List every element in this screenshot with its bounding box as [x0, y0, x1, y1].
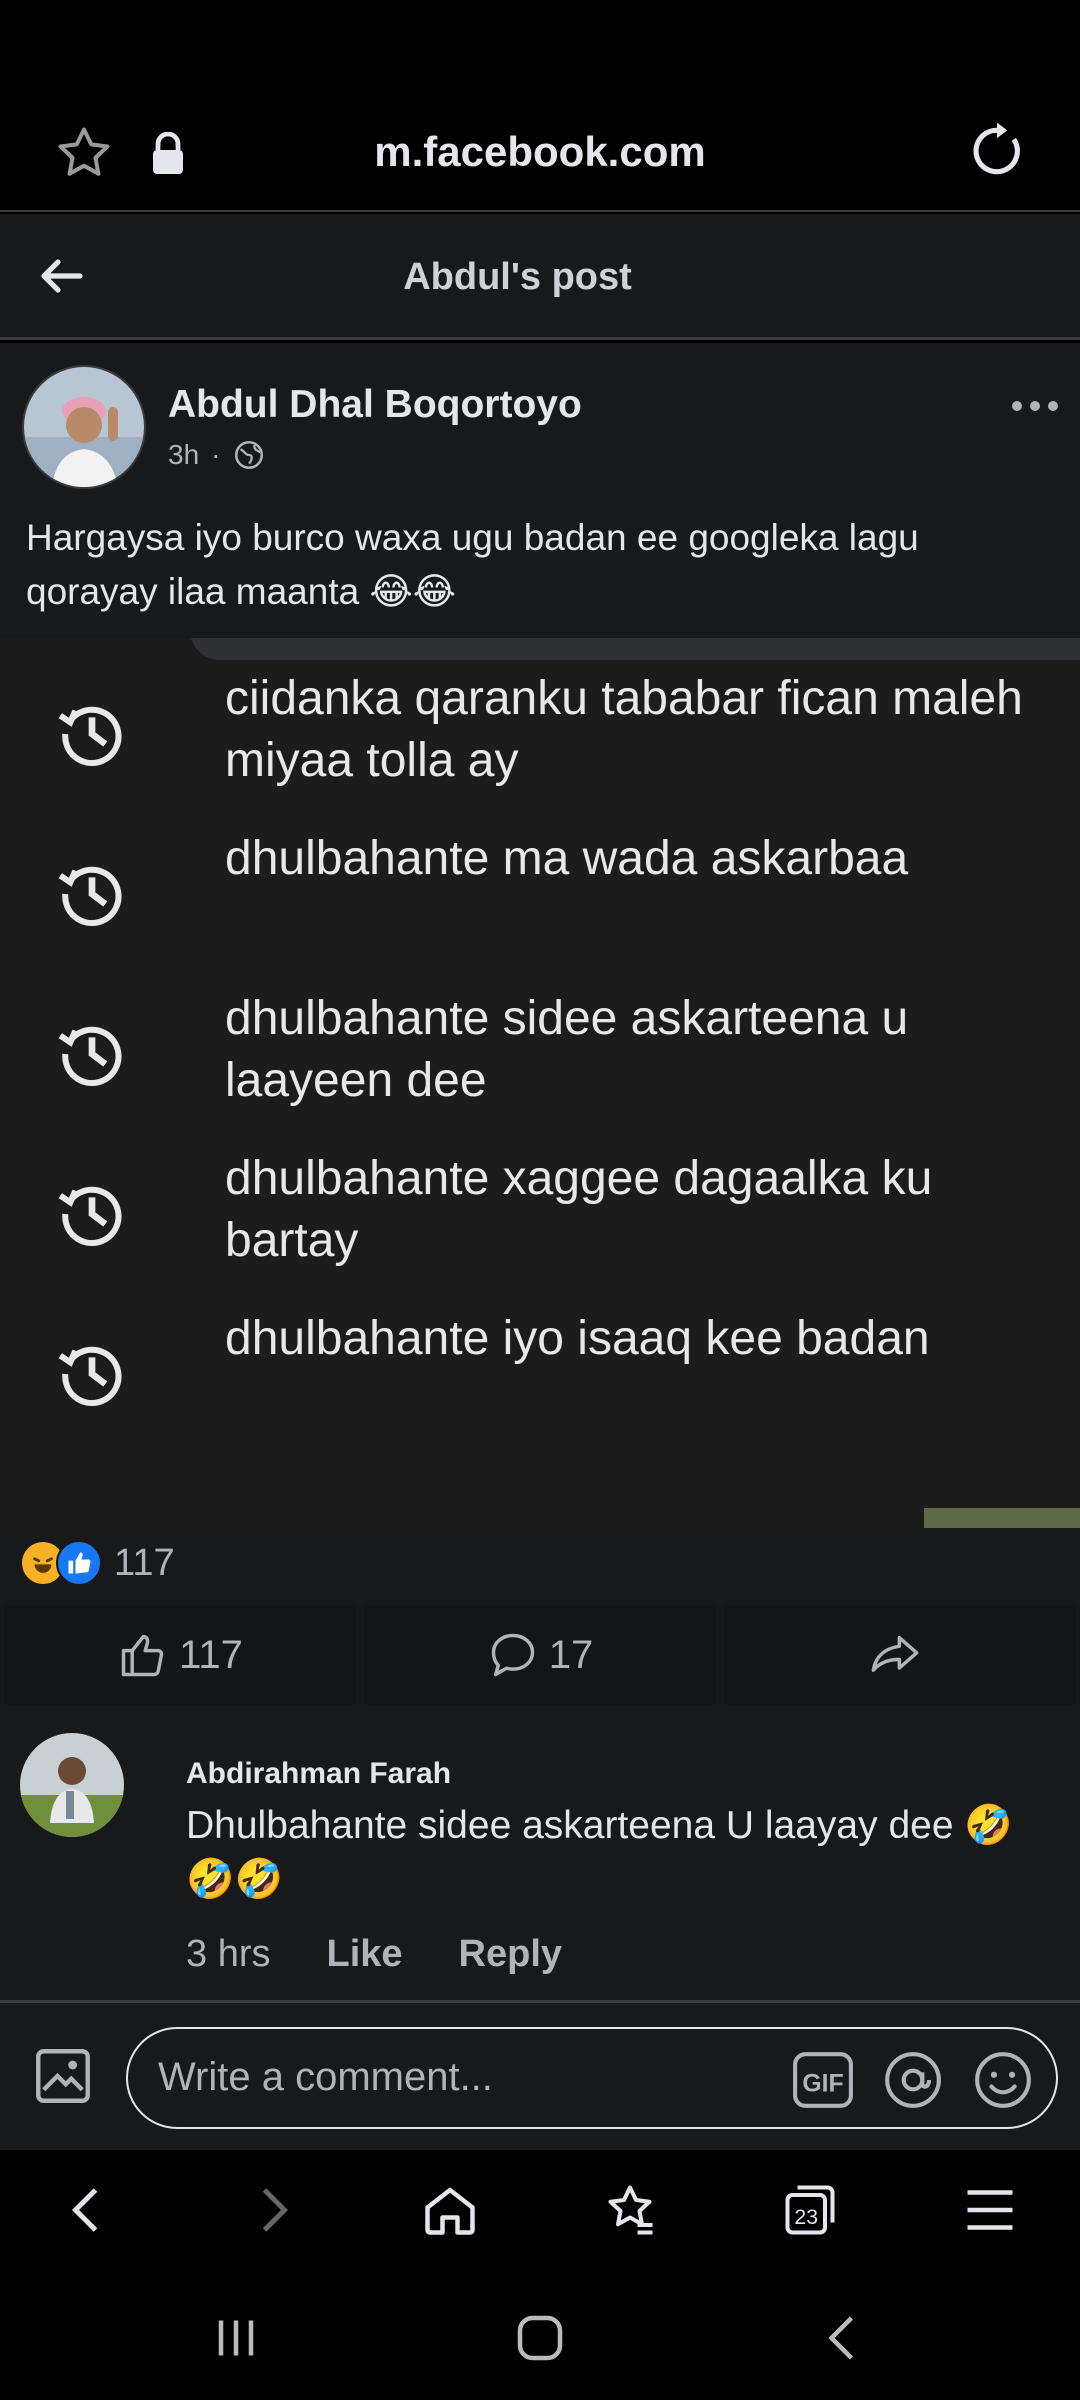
author-avatar[interactable]	[22, 365, 146, 489]
search-suggestion: dhulbahante iyo isaaq kee badan	[0, 1298, 1080, 1458]
post-meta: 3h ·	[168, 438, 266, 472]
search-suggestion: dhulbahante xaggee dagaalka ku bartay	[0, 1138, 1080, 1298]
comment-reply-link[interactable]: Reply	[459, 1933, 562, 1976]
comment-item: Abdirahman Farah Dhulbahante sidee askar…	[0, 1733, 1080, 1993]
svg-text:GIF: GIF	[802, 2070, 843, 2097]
history-icon	[58, 1026, 122, 1086]
browser-toolbar: 23	[0, 2150, 1080, 2270]
post-text: Hargaysa iyo burco waxa ugu badan ee goo…	[26, 517, 919, 612]
history-icon	[58, 1186, 122, 1246]
like-count: 117	[179, 1632, 243, 1677]
tab-count: 23	[794, 2205, 818, 2229]
browser-back-icon[interactable]	[58, 2180, 118, 2240]
browser-forward-icon[interactable]	[242, 2180, 302, 2240]
recent-apps-icon[interactable]	[206, 2308, 266, 2368]
commenter-name[interactable]: Abdirahman Farah	[186, 1757, 451, 1791]
image-search-bar	[190, 638, 1080, 660]
reload-icon[interactable]	[966, 120, 1028, 182]
emoji-icon[interactable]	[972, 2049, 1034, 2111]
home-button-icon[interactable]	[510, 2308, 570, 2368]
comment-input[interactable]: Write a comment... GIF	[126, 2027, 1058, 2129]
post-card: Abdul Dhal Boqortoyo 3h · Hargaysa iyo b…	[0, 343, 1080, 2000]
history-icon	[58, 866, 122, 926]
post-time[interactable]: 3h	[168, 439, 199, 471]
post-actions: 117 17	[0, 1605, 1080, 1705]
comment-button[interactable]: 17	[364, 1605, 716, 1705]
search-suggestion: ciidanka qaranku tababar fican maleh miy…	[0, 658, 1080, 818]
search-suggestion: dhulbahante ma wada askarbaa	[0, 818, 1080, 978]
photo-icon[interactable]	[30, 2043, 96, 2109]
home-icon[interactable]	[420, 2180, 480, 2240]
status-bar	[0, 0, 1080, 20]
comment-like-link[interactable]: Like	[326, 1933, 402, 1976]
more-options-icon[interactable]	[1010, 399, 1060, 413]
page-header: Abdul's post	[0, 214, 1080, 340]
comment-time: 3 hrs	[186, 1933, 271, 1975]
like-button[interactable]: 117	[4, 1605, 356, 1705]
commenter-avatar[interactable]	[20, 1733, 124, 1837]
comment-composer: Write a comment... GIF	[0, 2000, 1080, 2150]
mention-icon[interactable]	[882, 2049, 944, 2111]
reaction-count: 117	[114, 1541, 175, 1584]
url-text[interactable]: m.facebook.com	[0, 128, 1080, 176]
post-image[interactable]: ciidanka qaranku tababar fican maleh miy…	[0, 638, 1080, 1528]
search-suggestion: dhulbahante sidee askarteena u laayeen d…	[0, 978, 1080, 1138]
suggestion-text: ciidanka qaranku tababar fican maleh miy…	[225, 672, 1023, 787]
suggestion-text: dhulbahante ma wada askarbaa	[225, 832, 909, 885]
share-icon	[871, 1635, 919, 1672]
menu-icon[interactable]	[960, 2180, 1020, 2240]
page-title: Abdul's post	[403, 256, 632, 298]
suggestion-text: dhulbahante sidee askarteena u laayeen d…	[225, 992, 909, 1107]
history-icon	[58, 706, 122, 766]
suggestion-text: dhulbahante iyo isaaq kee badan	[225, 1312, 930, 1365]
browser-url-bar: m.facebook.com	[0, 92, 1080, 212]
thumbs-up-icon	[121, 1634, 164, 1677]
comment-icon	[491, 1633, 534, 1677]
share-button[interactable]	[724, 1605, 1076, 1705]
comment-bubble: Abdirahman Farah Dhulbahante sidee askar…	[156, 1733, 1034, 1909]
comment-meta: 3 hrs Like Reply	[186, 1933, 562, 1976]
post-author-name[interactable]: Abdul Dhal Boqortoyo	[168, 383, 582, 427]
reaction-summary[interactable]: 117	[20, 1535, 175, 1591]
image-edge-strip	[924, 1508, 1080, 1528]
system-back-icon[interactable]	[814, 2308, 874, 2368]
comment-count: 17	[548, 1632, 594, 1677]
gif-icon[interactable]: GIF	[792, 2051, 854, 2109]
like-reaction-icon	[56, 1540, 102, 1586]
globe-icon	[235, 440, 264, 470]
comment-input-placeholder: Write a comment...	[158, 2055, 493, 2099]
tabs-icon[interactable]: 23	[780, 2180, 840, 2240]
meta-separator: ·	[211, 439, 221, 470]
history-icon	[58, 1346, 122, 1406]
comment-text: Dhulbahante sidee askarteena U laayay de…	[186, 1804, 1013, 1901]
bookmarks-icon[interactable]	[600, 2180, 660, 2240]
suggestion-text: dhulbahante xaggee dagaalka ku bartay	[225, 1152, 933, 1267]
system-navigation-bar	[0, 2270, 1080, 2400]
